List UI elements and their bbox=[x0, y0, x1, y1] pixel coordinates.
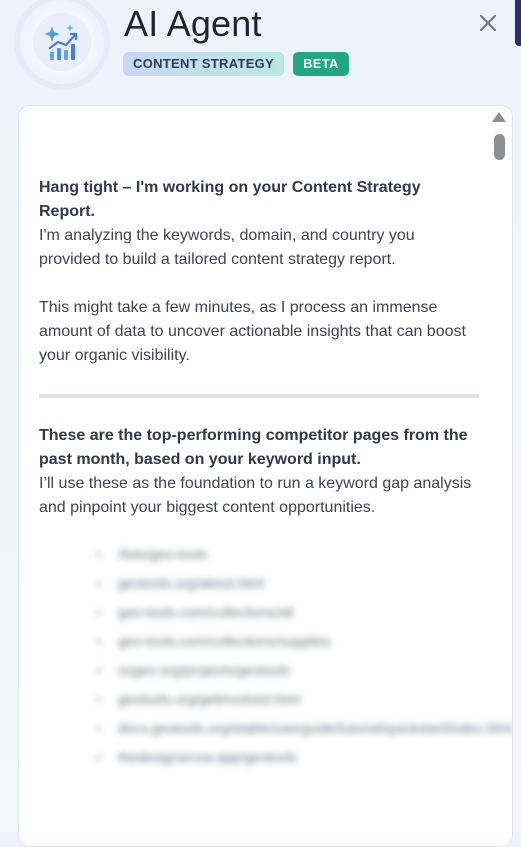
scrollbar-thumb[interactable] bbox=[494, 134, 505, 160]
competitor-page-list: /lists/geo-tools geotools.org/about.html… bbox=[39, 540, 512, 772]
badge-group: CONTENT STRATEGY BETA bbox=[123, 52, 349, 76]
side-edge-tab[interactable] bbox=[515, 0, 521, 46]
list-item: geo-tools.com/collections/supplies bbox=[96, 627, 479, 656]
message-paragraph: I'm analyzing the keywords, domain, and … bbox=[39, 227, 415, 268]
page-title: AI Agent bbox=[124, 3, 262, 44]
agent-message: Hang tight – I'm working on your Content… bbox=[39, 176, 512, 772]
list-item: osgeo.org/projects/geotools bbox=[96, 656, 479, 685]
message-heading: Hang tight – I'm working on your Content… bbox=[39, 179, 421, 220]
divider bbox=[39, 394, 479, 398]
list-item: geotools.org/getinvolved.html bbox=[96, 685, 479, 714]
message-paragraph: I’ll use these as the foundation to run … bbox=[39, 475, 472, 516]
list-item: /lists/geo-tools bbox=[96, 540, 479, 569]
close-button[interactable] bbox=[474, 9, 502, 37]
close-icon bbox=[479, 14, 497, 32]
message-paragraph: This might take a few minutes, as I proc… bbox=[39, 299, 466, 364]
list-item: geo-tools.com/collections/all bbox=[96, 598, 479, 627]
beta-badge: BETA bbox=[293, 52, 349, 76]
list-item: thedesignarrow.app/geotools bbox=[96, 743, 479, 772]
chat-panel: Hang tight – I'm working on your Content… bbox=[18, 105, 513, 847]
content-strategy-badge: CONTENT STRATEGY bbox=[123, 52, 285, 76]
list-item: geotools.org/about.html bbox=[96, 569, 479, 598]
agent-logo bbox=[20, 0, 104, 84]
list-item: docs.geotools.org/stable/userguide/tutor… bbox=[96, 714, 512, 743]
scroll-up-arrow-icon[interactable] bbox=[492, 112, 506, 122]
competitor-heading: These are the top-performing competitor … bbox=[39, 427, 468, 468]
sparkle-chart-icon bbox=[33, 13, 91, 71]
